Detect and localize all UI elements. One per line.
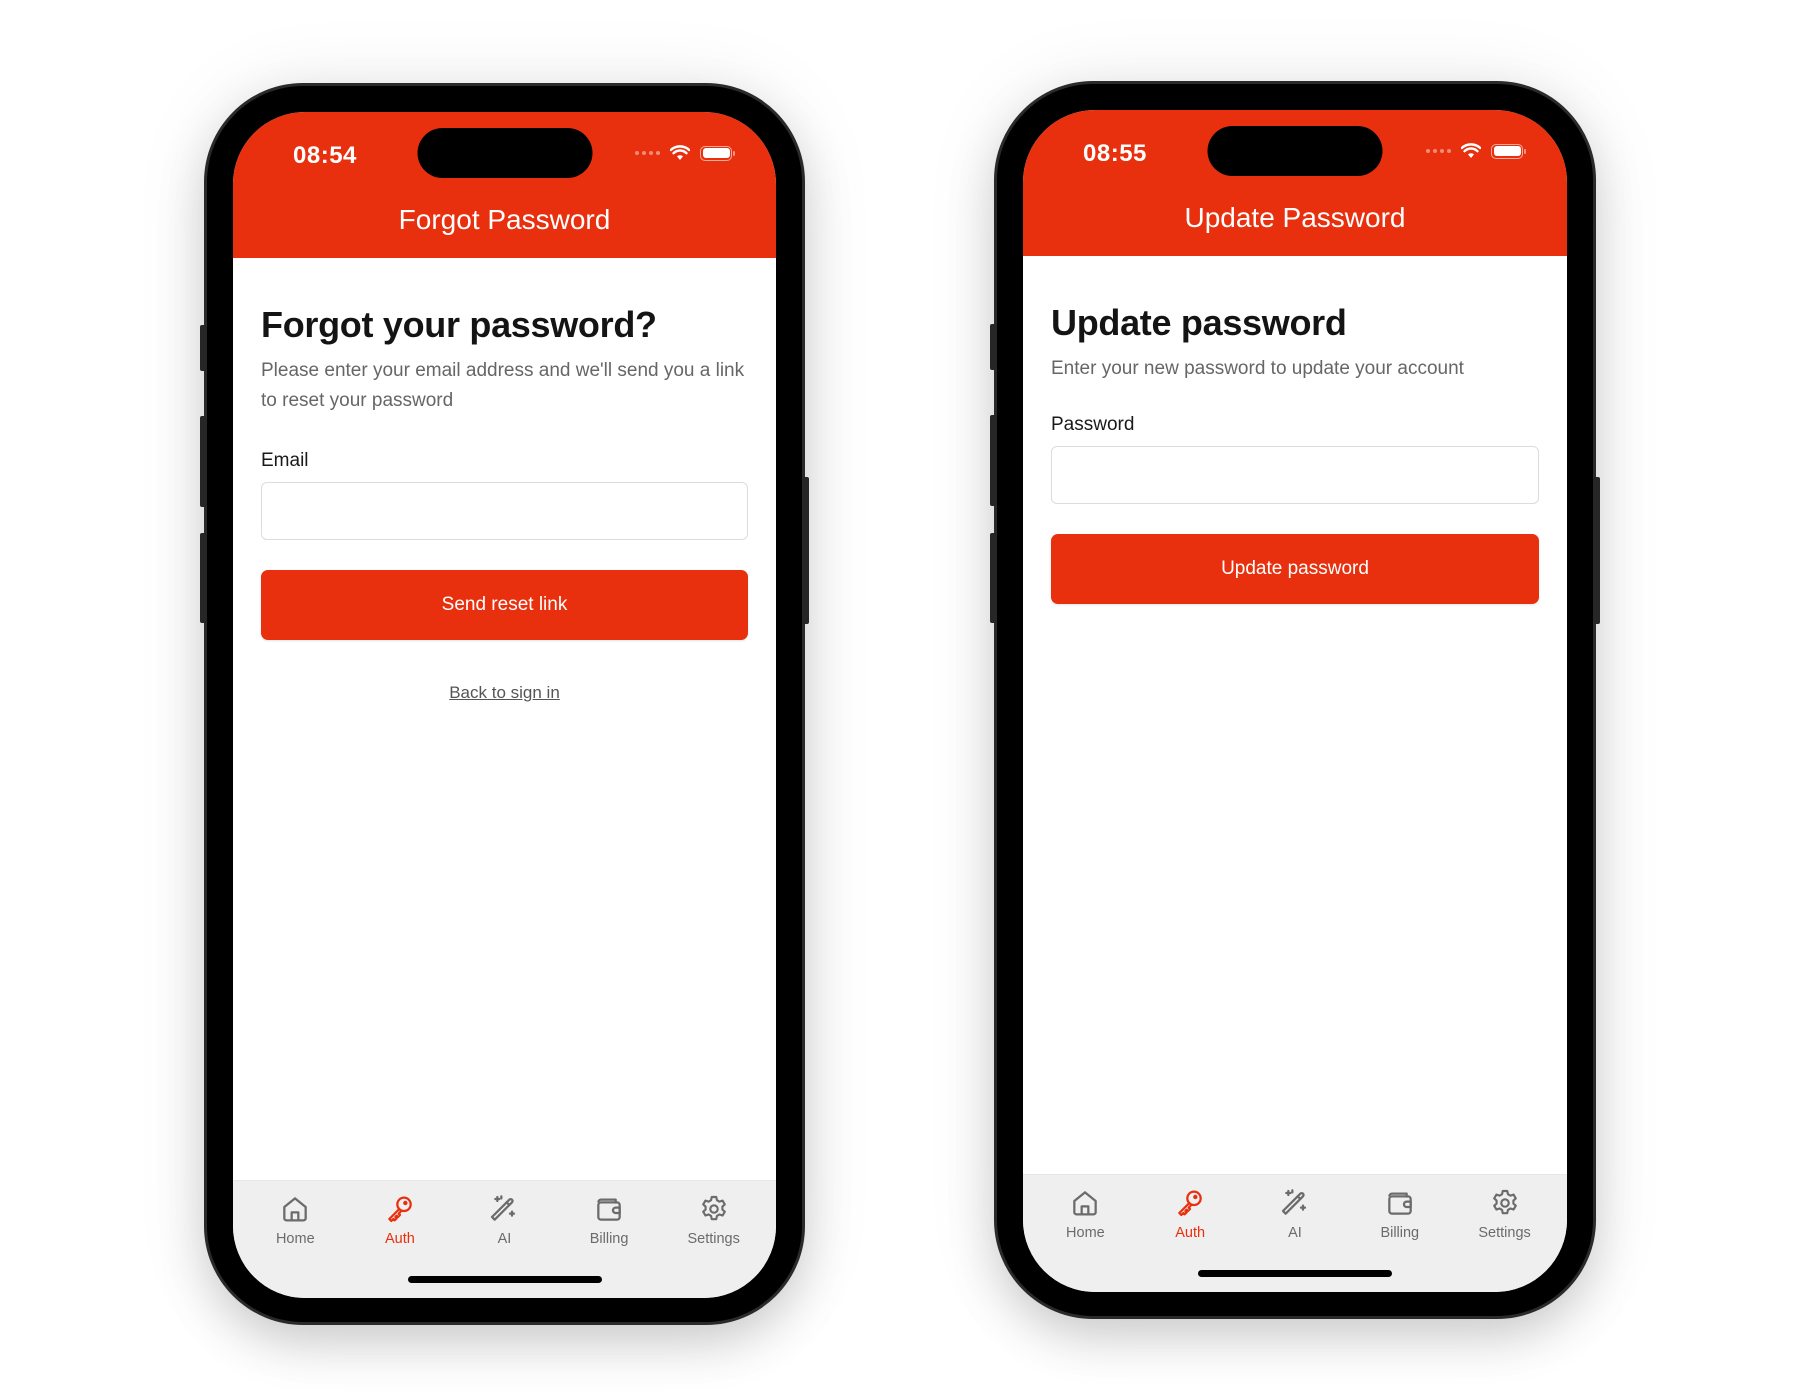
action-button bbox=[990, 324, 997, 370]
tab-label: Settings bbox=[687, 1231, 740, 1247]
cellular-signal-icon bbox=[1426, 149, 1451, 153]
wallet-icon bbox=[1387, 1192, 1412, 1215]
key-icon bbox=[1178, 1190, 1202, 1217]
update-password-button[interactable]: Update password bbox=[1051, 534, 1539, 604]
tab-label: Home bbox=[275, 1231, 315, 1247]
page-heading: Forgot your password? bbox=[261, 304, 657, 345]
tab-home[interactable]: Home bbox=[245, 1193, 345, 1247]
phone-forgot-password: 08:54 Forgot Password Forgot your passwo… bbox=[200, 86, 809, 1322]
status-icons bbox=[1426, 143, 1526, 159]
magic-wand-icon bbox=[1281, 1189, 1307, 1215]
wallet-icon bbox=[597, 1198, 621, 1221]
tab-billing[interactable]: Billing bbox=[1350, 1187, 1450, 1241]
status-time: 08:55 bbox=[1083, 140, 1147, 167]
tab-ai[interactable]: AI bbox=[454, 1193, 554, 1247]
wifi-icon bbox=[670, 145, 690, 160]
cellular-signal-icon bbox=[635, 151, 660, 155]
forgot-password-form: Forgot your password? Please enter your … bbox=[261, 258, 748, 703]
battery-icon bbox=[700, 145, 735, 161]
gear-icon bbox=[701, 1195, 726, 1221]
tab-label: Billing bbox=[1380, 1225, 1420, 1241]
phone-update-password: 08:55 Update Password Update password En… bbox=[990, 84, 1600, 1316]
home-indicator[interactable] bbox=[407, 1276, 602, 1283]
password-input[interactable] bbox=[1051, 446, 1539, 504]
tab-label: Settings bbox=[1478, 1225, 1531, 1241]
screen: 08:55 Update Password Update password En… bbox=[1023, 110, 1567, 1292]
send-reset-link-button[interactable]: Send reset link bbox=[261, 570, 748, 640]
password-label: Password bbox=[1051, 414, 1135, 435]
wifi-icon bbox=[1461, 143, 1481, 158]
power-button bbox=[1593, 477, 1600, 624]
tab-settings[interactable]: Settings bbox=[664, 1193, 764, 1247]
home-icon bbox=[1073, 1191, 1098, 1216]
tab-home[interactable]: Home bbox=[1035, 1187, 1135, 1241]
power-button bbox=[802, 477, 809, 624]
volume-down-button bbox=[200, 533, 207, 623]
gear-icon bbox=[1492, 1189, 1517, 1215]
key-icon bbox=[388, 1196, 412, 1223]
tab-auth[interactable]: Auth bbox=[1140, 1187, 1240, 1241]
page-subtitle: Please enter your email address and we'l… bbox=[261, 360, 745, 411]
tab-label: Home bbox=[1066, 1225, 1105, 1241]
volume-down-button bbox=[990, 533, 997, 623]
volume-up-button bbox=[200, 416, 207, 507]
status-time: 08:54 bbox=[293, 142, 357, 169]
battery-icon bbox=[1491, 143, 1526, 159]
volume-up-button bbox=[990, 415, 997, 506]
home-indicator[interactable] bbox=[1198, 1270, 1392, 1277]
tab-label: AI bbox=[1288, 1225, 1302, 1241]
page-heading: Update password bbox=[1051, 302, 1347, 343]
tab-billing[interactable]: Billing bbox=[559, 1193, 659, 1247]
nav-title: Forgot Password bbox=[398, 204, 611, 235]
status-icons bbox=[635, 145, 735, 161]
dynamic-island bbox=[417, 128, 592, 178]
tab-ai[interactable]: AI bbox=[1245, 1187, 1345, 1241]
tab-bar: Home Auth AI Billing Settings bbox=[1023, 1174, 1567, 1292]
home-icon bbox=[283, 1197, 308, 1222]
magic-wand-icon bbox=[491, 1195, 516, 1221]
email-input[interactable] bbox=[261, 482, 748, 540]
action-button bbox=[200, 325, 207, 371]
screen: 08:54 Forgot Password Forgot your passwo… bbox=[233, 112, 776, 1298]
tab-bar: Home Auth AI Billing Settings bbox=[233, 1180, 776, 1298]
tab-settings[interactable]: Settings bbox=[1455, 1187, 1555, 1241]
tab-auth[interactable]: Auth bbox=[350, 1193, 450, 1247]
tab-label: Auth bbox=[384, 1231, 415, 1247]
app-header: 08:54 Forgot Password bbox=[233, 112, 776, 258]
tab-label: Billing bbox=[589, 1231, 629, 1247]
back-to-sign-in-link[interactable]: Back to sign in bbox=[261, 683, 748, 703]
dynamic-island bbox=[1207, 126, 1383, 176]
update-password-form: Update password Enter your new password … bbox=[1051, 256, 1539, 604]
tab-label: Auth bbox=[1175, 1225, 1206, 1241]
nav-title: Update Password bbox=[1184, 202, 1406, 233]
tab-label: AI bbox=[497, 1231, 512, 1247]
app-header: 08:55 Update Password bbox=[1023, 110, 1567, 256]
email-label: Email bbox=[261, 450, 309, 471]
page-subtitle: Enter your new password to update your a… bbox=[1051, 358, 1464, 379]
